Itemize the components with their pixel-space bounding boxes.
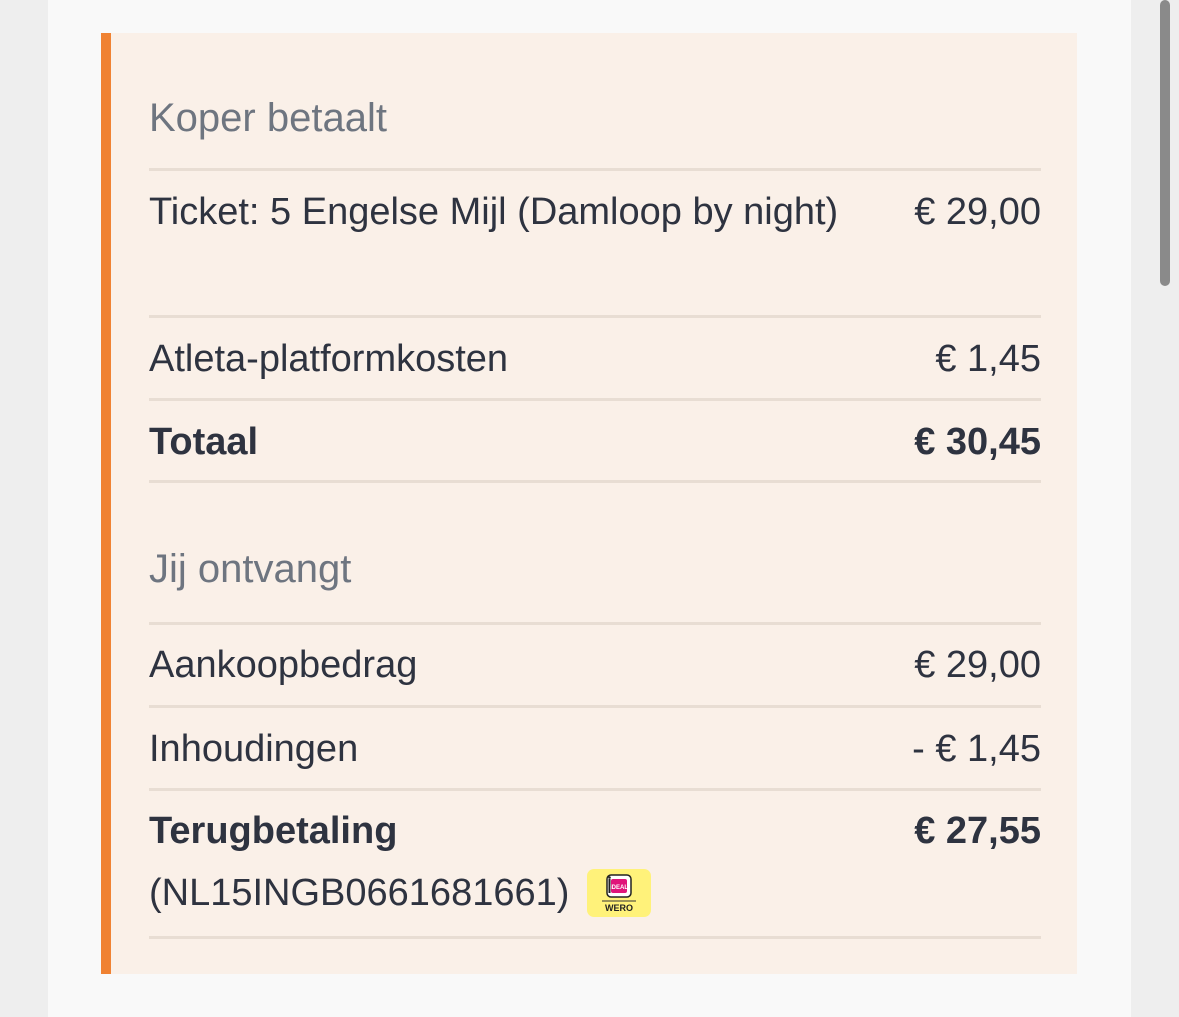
receive-section-title: Jij ontvangt <box>149 547 352 591</box>
receive-row-deductions: Inhoudingen - € 1,45 <box>149 705 1041 788</box>
refund-iban-line: (NL15INGB0661681661) iDEAL WERO <box>149 862 652 924</box>
buyer-row-label: Atleta-platformkosten <box>149 338 509 380</box>
scrollbar-track[interactable] <box>1131 0 1179 1017</box>
receive-row-purchase-amount: Aankoopbedrag € 29,00 <box>149 622 1041 705</box>
scrollbar-thumb[interactable] <box>1160 0 1170 286</box>
refund-total-label: Terugbetaling <box>149 810 398 852</box>
payment-summary-card: Koper betaalt Ticket: 5 Engelse Mijl (Da… <box>101 33 1077 974</box>
buyer-total-row: Totaal € 30,45 <box>149 398 1041 483</box>
buyer-section-title: Koper betaalt <box>149 96 387 140</box>
buyer-row-amount: € 1,45 <box>935 338 1041 380</box>
refund-total-amount: € 27,55 <box>914 810 1041 852</box>
refund-total-row: Terugbetaling (NL15INGB0661681661) iDEAL… <box>149 788 1041 939</box>
buyer-total-label: Totaal <box>149 421 259 463</box>
receive-row-amount: - € 1,45 <box>912 728 1041 770</box>
payment-summary-content: Koper betaalt Ticket: 5 Engelse Mijl (Da… <box>149 33 1041 939</box>
buyer-row-amount: € 29,00 <box>914 191 1041 233</box>
wero-text: WERO <box>605 903 633 913</box>
ideal-wero-icon: iDEAL WERO <box>587 869 652 917</box>
buyer-total-amount: € 30,45 <box>914 421 1041 463</box>
receive-row-amount: € 29,00 <box>914 644 1041 686</box>
svg-text:iDEAL: iDEAL <box>610 885 628 891</box>
buyer-row-platform-fee: Atleta-platformkosten € 1,45 <box>149 315 1041 398</box>
buyer-row-ticket: Ticket: 5 Engelse Mijl (Damloop by night… <box>149 168 1041 315</box>
refund-total-label-group: Terugbetaling (NL15INGB0661681661) iDEAL… <box>149 800 652 924</box>
receive-row-label: Aankoopbedrag <box>149 644 418 686</box>
buyer-row-label: Ticket: 5 Engelse Mijl (Damloop by night… <box>149 191 839 233</box>
refund-iban: (NL15INGB0661681661) <box>149 872 570 914</box>
receive-row-label: Inhoudingen <box>149 728 359 770</box>
